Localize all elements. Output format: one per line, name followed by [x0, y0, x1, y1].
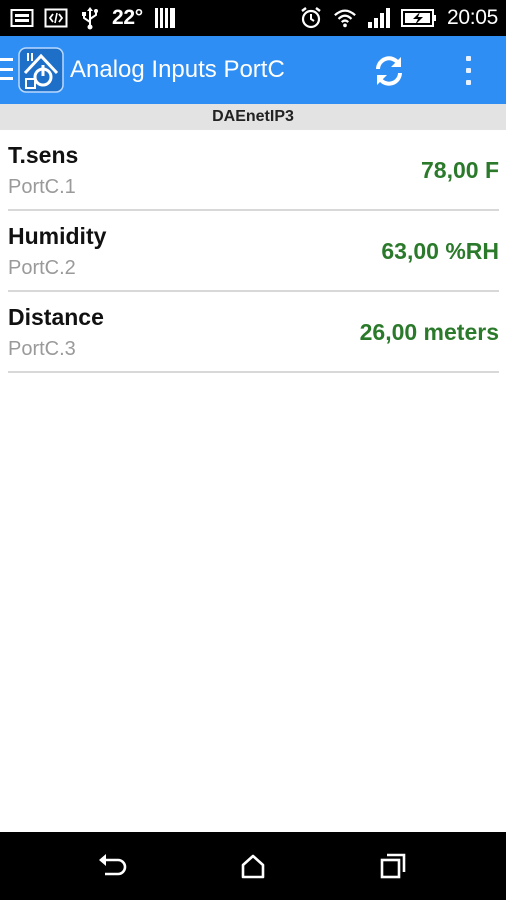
app-logo-icon[interactable]	[18, 47, 64, 93]
home-icon[interactable]	[237, 850, 269, 882]
list-item[interactable]: T.sens PortC.1 78,00 F	[8, 130, 499, 211]
temperature-label: 22°	[112, 6, 143, 29]
striped-icon	[153, 7, 177, 29]
status-right: 20:05	[299, 6, 498, 30]
status-bar: 22° 20:05	[0, 0, 506, 36]
list-item[interactable]: Humidity PortC.2 63,00 %RH	[8, 211, 499, 292]
app-bar: Analog Inputs PortC	[0, 36, 506, 104]
code-icon	[44, 7, 68, 29]
input-value: 63,00 %RH	[381, 238, 499, 264]
input-name: Humidity	[8, 223, 107, 249]
refresh-icon[interactable]	[370, 52, 408, 90]
status-left: 22°	[10, 6, 177, 30]
menu-icon[interactable]	[0, 58, 14, 80]
back-icon[interactable]	[96, 850, 128, 882]
page-title: Analog Inputs PortC	[70, 56, 285, 83]
analog-input-list: T.sens PortC.1 78,00 F Humidity PortC.2 …	[8, 130, 499, 373]
list-item[interactable]: Distance PortC.3 26,00 meters	[8, 292, 499, 373]
gallery-icon	[10, 7, 34, 29]
input-name: Distance	[8, 304, 104, 330]
input-port: PortC.1	[8, 176, 76, 198]
input-value: 78,00 F	[421, 157, 499, 183]
battery-charging-icon	[400, 7, 437, 29]
alarm-icon	[299, 7, 323, 29]
input-name: T.sens	[8, 142, 79, 168]
overflow-menu-icon[interactable]	[456, 52, 480, 88]
screen: 22° 20:05 Analog Inputs PortC DAEnetIP3 …	[0, 0, 506, 900]
device-header: DAEnetIP3	[0, 104, 506, 130]
wifi-icon	[333, 7, 357, 29]
usb-icon	[78, 7, 102, 30]
navigation-bar	[0, 832, 506, 900]
input-value: 26,00 meters	[359, 319, 499, 345]
recents-icon[interactable]	[377, 850, 409, 882]
signal-icon	[367, 7, 391, 29]
input-port: PortC.3	[8, 338, 76, 360]
input-port: PortC.2	[8, 257, 76, 279]
clock-time: 20:05	[446, 6, 498, 29]
